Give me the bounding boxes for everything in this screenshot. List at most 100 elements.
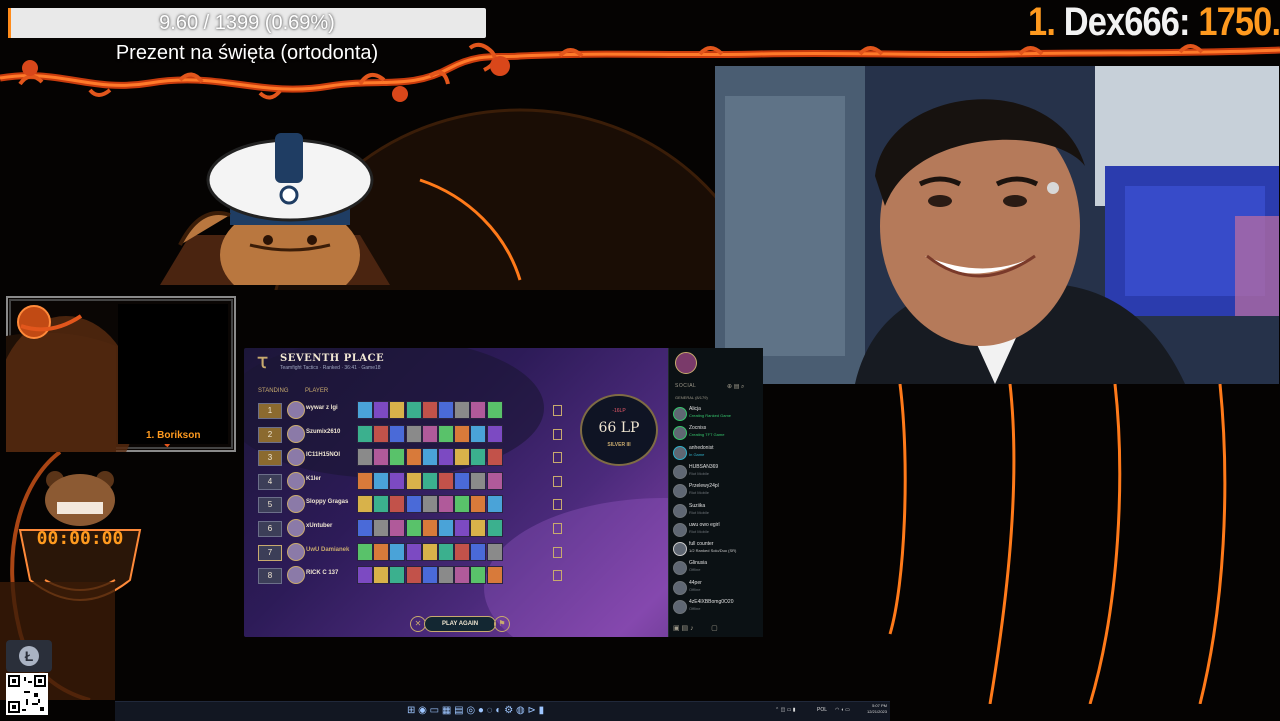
champion-icon[interactable] bbox=[389, 401, 406, 419]
friend-item[interactable]: HUBSAN369 Riot Mobile bbox=[669, 462, 763, 480]
friend-item[interactable]: Glinusia Offline bbox=[669, 558, 763, 576]
player-name[interactable]: RICK C 137 bbox=[306, 570, 338, 576]
friend-item[interactable]: Alicja Creating Ranked Game bbox=[669, 404, 763, 422]
friend-item[interactable]: Przelewy24pl Riot Mobile bbox=[669, 481, 763, 499]
champion-icon[interactable] bbox=[421, 519, 438, 537]
player-name[interactable]: IC11H15NOI bbox=[306, 452, 340, 458]
augment-icon[interactable] bbox=[553, 475, 562, 487]
clock[interactable]: 5:07 PM 12/21/2023 bbox=[857, 703, 887, 715]
champion-icon[interactable] bbox=[421, 542, 438, 561]
player-name[interactable]: wywar z lgi bbox=[306, 405, 338, 411]
champion-icon[interactable] bbox=[470, 519, 487, 537]
augment-icon[interactable] bbox=[553, 570, 562, 582]
champion-icon[interactable] bbox=[421, 448, 438, 467]
champion-icon[interactable] bbox=[454, 401, 471, 419]
champion-icon[interactable] bbox=[389, 542, 406, 561]
champion-icon[interactable] bbox=[438, 495, 454, 514]
champion-icon[interactable] bbox=[357, 471, 373, 490]
champion-icon[interactable] bbox=[438, 566, 454, 585]
champion-icon[interactable] bbox=[486, 424, 503, 443]
party-icon[interactable]: ⚑ bbox=[494, 616, 510, 632]
augment-icon[interactable] bbox=[553, 405, 562, 416]
champion-icon[interactable] bbox=[454, 471, 471, 490]
champion-icon[interactable] bbox=[389, 448, 406, 467]
champion-icon[interactable] bbox=[438, 471, 454, 490]
player-name[interactable]: Sloppy Gragas bbox=[306, 499, 348, 505]
champion-icon[interactable] bbox=[486, 495, 503, 514]
champion-icon[interactable] bbox=[486, 471, 503, 490]
champion-icon[interactable] bbox=[454, 542, 471, 561]
champion-icon[interactable] bbox=[470, 471, 487, 490]
profile-avatar[interactable] bbox=[675, 352, 697, 374]
champion-icon[interactable] bbox=[438, 542, 454, 561]
champion-icon[interactable] bbox=[438, 424, 454, 443]
champion-icon[interactable] bbox=[405, 401, 422, 419]
champion-icon[interactable] bbox=[357, 448, 373, 467]
champion-icon[interactable] bbox=[373, 448, 390, 467]
champion-icon[interactable] bbox=[405, 424, 422, 443]
champion-icon[interactable] bbox=[454, 424, 471, 443]
champion-icon[interactable] bbox=[389, 471, 406, 490]
player-name[interactable]: xUntuber bbox=[306, 523, 332, 529]
champion-icon[interactable] bbox=[454, 566, 471, 585]
player-name[interactable]: K1ler bbox=[306, 476, 321, 482]
friend-item[interactable]: full counter 1/2 Ranked Solo/Duo (SR) bbox=[669, 539, 763, 557]
champion-icon[interactable] bbox=[373, 519, 390, 537]
champion-icon[interactable] bbox=[373, 542, 390, 561]
champion-icon[interactable] bbox=[357, 424, 373, 443]
champion-icon[interactable] bbox=[405, 448, 422, 467]
champion-icon[interactable] bbox=[373, 471, 390, 490]
friend-item[interactable]: 4zE4lXBBomg0O20 Offline bbox=[669, 597, 763, 615]
champion-icon[interactable] bbox=[389, 519, 406, 537]
tray-status-icons[interactable]: ◠ ◖ ▭ bbox=[835, 707, 850, 713]
friend-item[interactable]: Suziika Riot Mobile bbox=[669, 501, 763, 519]
champion-icon[interactable] bbox=[470, 542, 487, 561]
champion-icon[interactable] bbox=[357, 566, 373, 585]
friend-item[interactable]: 44per Offline bbox=[669, 578, 763, 596]
champion-icon[interactable] bbox=[470, 401, 487, 419]
player-name[interactable]: Szumix2610 bbox=[306, 429, 340, 435]
champion-icon[interactable] bbox=[454, 495, 471, 514]
champion-icon[interactable] bbox=[405, 495, 422, 514]
champion-icon[interactable] bbox=[454, 448, 471, 467]
champion-icon[interactable] bbox=[389, 566, 406, 585]
champion-icon[interactable] bbox=[357, 401, 373, 419]
champion-icon[interactable] bbox=[357, 495, 373, 514]
champion-icon[interactable] bbox=[389, 424, 406, 443]
champion-icon[interactable] bbox=[470, 566, 487, 585]
friend-item[interactable]: anhedonist In Game bbox=[669, 443, 763, 461]
champion-icon[interactable] bbox=[421, 401, 438, 419]
champion-icon[interactable] bbox=[389, 495, 406, 514]
champion-icon[interactable] bbox=[470, 448, 487, 467]
friend-item[interactable]: uwu owo egirl Riot Mobile bbox=[669, 520, 763, 538]
champion-icon[interactable] bbox=[470, 495, 487, 514]
champion-icon[interactable] bbox=[438, 519, 454, 537]
play-again-button[interactable]: PLAY AGAIN bbox=[424, 616, 496, 632]
champion-icon[interactable] bbox=[486, 519, 503, 537]
augment-icon[interactable] bbox=[553, 428, 562, 440]
champion-icon[interactable] bbox=[405, 519, 422, 537]
taskbar-icons[interactable]: ⊞ ◉ ▭ ▦ ▤ ◎ ● ◌ ◐ ⚙ ◍ ⊳ ▮ bbox=[407, 705, 544, 716]
champion-icon[interactable] bbox=[405, 471, 422, 490]
champion-icon[interactable] bbox=[421, 471, 438, 490]
champion-icon[interactable] bbox=[373, 424, 390, 443]
champion-icon[interactable] bbox=[470, 424, 487, 443]
champion-icon[interactable] bbox=[373, 401, 390, 419]
champion-icon[interactable] bbox=[486, 401, 503, 419]
champion-icon[interactable] bbox=[373, 566, 390, 585]
augment-icon[interactable] bbox=[553, 546, 562, 558]
champion-icon[interactable] bbox=[486, 542, 503, 561]
language-indicator[interactable]: POL bbox=[817, 707, 827, 713]
champion-icon[interactable] bbox=[486, 448, 503, 467]
champion-icon[interactable] bbox=[438, 448, 454, 467]
champion-icon[interactable] bbox=[421, 424, 438, 443]
champion-icon[interactable] bbox=[438, 401, 454, 419]
player-name[interactable]: UwU Damianek bbox=[306, 547, 349, 553]
friend-group-header[interactable]: GENERAL (8/179) bbox=[675, 395, 708, 400]
champion-icon[interactable] bbox=[405, 566, 422, 585]
champion-icon[interactable] bbox=[405, 542, 422, 561]
augment-icon[interactable] bbox=[553, 452, 562, 464]
champion-icon[interactable] bbox=[486, 566, 503, 585]
tray-icons[interactable]: ⌃ ◫ ▭ ▮ bbox=[775, 707, 796, 713]
champion-icon[interactable] bbox=[373, 495, 390, 514]
